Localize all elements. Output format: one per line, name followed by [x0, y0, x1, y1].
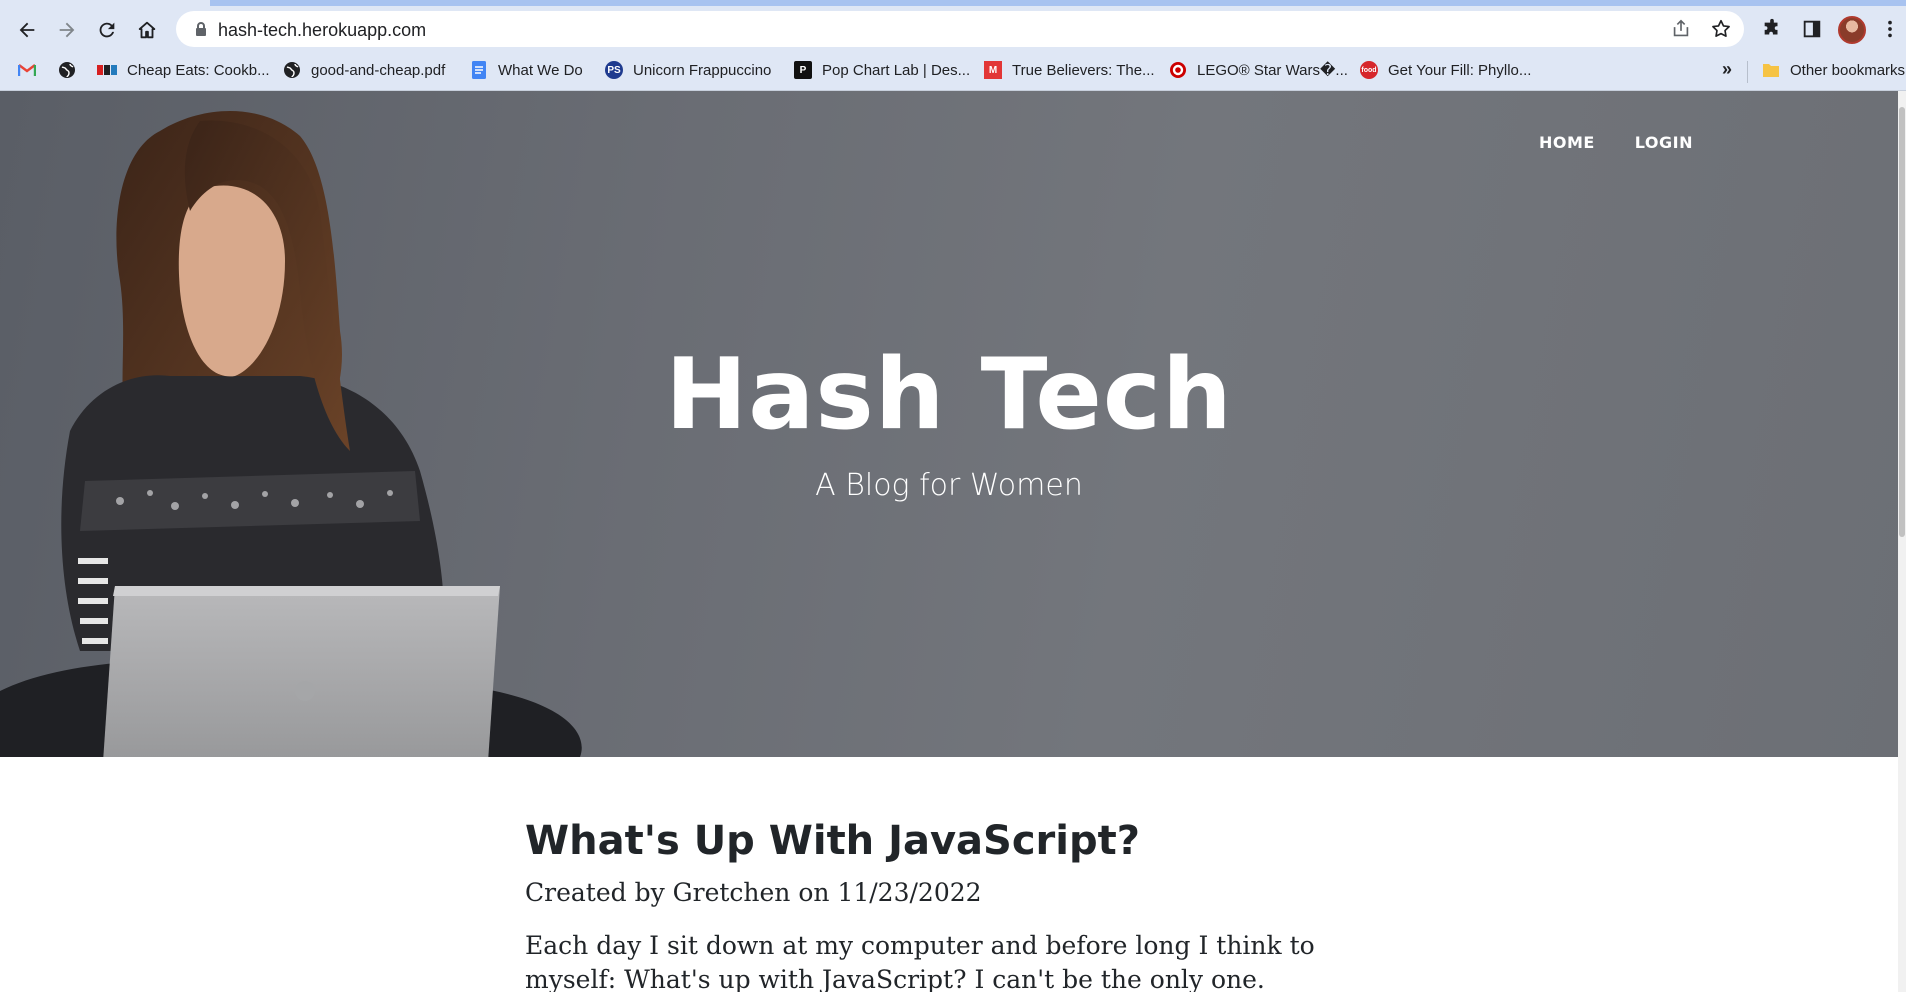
address-bar[interactable]: hash-tech.herokuapp.com	[176, 11, 1744, 47]
post-title[interactable]: What's Up With JavaScript?	[525, 818, 1345, 864]
bookmark-label: Other bookmarks	[1790, 61, 1906, 79]
gmail-icon	[18, 61, 36, 79]
home-button[interactable]	[132, 15, 162, 45]
site-subtitle: A Blog for Women	[815, 468, 1083, 503]
url-text: hash-tech.herokuapp.com	[218, 20, 427, 40]
bookmark-label: good-and-cheap.pdf	[311, 61, 446, 79]
docs-icon	[470, 61, 488, 79]
globe-icon	[58, 61, 76, 79]
globe-icon	[283, 61, 301, 79]
bookmark-label: Cheap Eats: Cookb...	[127, 61, 270, 79]
site-title: Hash Tech	[665, 338, 1233, 452]
folder-icon	[1762, 61, 1780, 79]
bookmarks-bar: Cheap Eats: Cookb... good-and-cheap.pdf …	[0, 51, 1906, 91]
bookmark-true-believers[interactable]: M True Believers: The...	[984, 59, 1155, 81]
page-scrollbar[interactable]	[1898, 91, 1906, 992]
scrollbar-thumb[interactable]	[1899, 107, 1905, 537]
side-panel-button[interactable]	[1798, 15, 1826, 43]
reload-icon	[99, 22, 115, 38]
bookmark-lego-star-wars[interactable]: LEGO® Star Wars�...	[1169, 59, 1348, 81]
profile-avatar[interactable]	[1838, 16, 1866, 44]
browser-menu-button[interactable]	[1880, 15, 1900, 43]
bookmark-cheap-eats[interactable]: Cheap Eats: Cookb...	[97, 59, 270, 81]
side-panel-icon	[1803, 20, 1821, 38]
food-icon: food	[1360, 61, 1378, 79]
more-bookmarks-chevron-icon[interactable]: »	[1722, 59, 1732, 80]
bookmark-label: Pop Chart Lab | Des...	[822, 61, 971, 79]
nav-login-link[interactable]: LOGIN	[1635, 133, 1693, 152]
post-preview: What's Up With JavaScript? Created by Gr…	[525, 818, 1345, 992]
share-icon[interactable]	[1670, 18, 1692, 40]
bookmark-label: What We Do	[498, 61, 583, 79]
post-body: Each day I sit down at my computer and b…	[525, 931, 1315, 992]
bookmark-globe[interactable]	[58, 59, 86, 81]
masthead: HOME LOGIN Hash Tech A Blog for Women	[0, 91, 1898, 757]
forward-button[interactable]	[52, 15, 82, 45]
bookmark-gmail[interactable]	[18, 59, 46, 81]
p-icon: P	[794, 61, 812, 79]
lock-icon	[196, 22, 206, 36]
reload-button[interactable]	[92, 15, 122, 45]
bookmark-good-and-cheap[interactable]: good-and-cheap.pdf	[283, 59, 445, 81]
bookmark-get-your-fill[interactable]: food Get Your Fill: Phyllo...	[1360, 59, 1531, 81]
other-bookmarks[interactable]: Other bookmarks	[1762, 59, 1905, 81]
home-icon	[138, 21, 156, 39]
site-heading: Hash Tech A Blog for Women	[0, 346, 1898, 503]
post-meta: Created by Gretchen on 11/23/2022	[525, 878, 982, 907]
ps-icon: PS	[605, 61, 623, 79]
kebab-menu-icon	[1888, 20, 1892, 38]
target-icon	[1169, 61, 1187, 79]
npr-icon	[97, 61, 117, 79]
browser-toolbar: hash-tech.herokuapp.com	[0, 6, 1906, 51]
bookmark-unicorn-frappuccino[interactable]: PS Unicorn Frappuccino	[605, 59, 771, 81]
main-nav: HOME LOGIN	[1539, 133, 1693, 152]
bookmark-label: Unicorn Frappuccino	[633, 61, 772, 79]
bookmark-what-we-do[interactable]: What We Do	[470, 59, 583, 81]
web-page: HOME LOGIN Hash Tech A Blog for Women Wh…	[0, 91, 1906, 992]
bookmark-label: LEGO® Star Wars�...	[1197, 62, 1348, 79]
extensions-button[interactable]	[1758, 15, 1786, 43]
bookmark-label: Get Your Fill: Phyllo...	[1388, 61, 1532, 79]
back-button[interactable]	[12, 15, 42, 45]
bookmark-label: True Believers: The...	[1012, 61, 1155, 79]
bookmark-star-icon[interactable]	[1710, 18, 1732, 40]
back-arrow-icon	[19, 22, 35, 38]
bookmarks-divider	[1747, 61, 1748, 83]
marvel-icon: M	[984, 61, 1002, 79]
puzzle-icon	[1764, 18, 1778, 35]
nav-home-link[interactable]: HOME	[1539, 133, 1595, 152]
forward-arrow-icon	[59, 22, 75, 38]
bookmark-pop-chart-lab[interactable]: P Pop Chart Lab | Des...	[794, 59, 970, 81]
